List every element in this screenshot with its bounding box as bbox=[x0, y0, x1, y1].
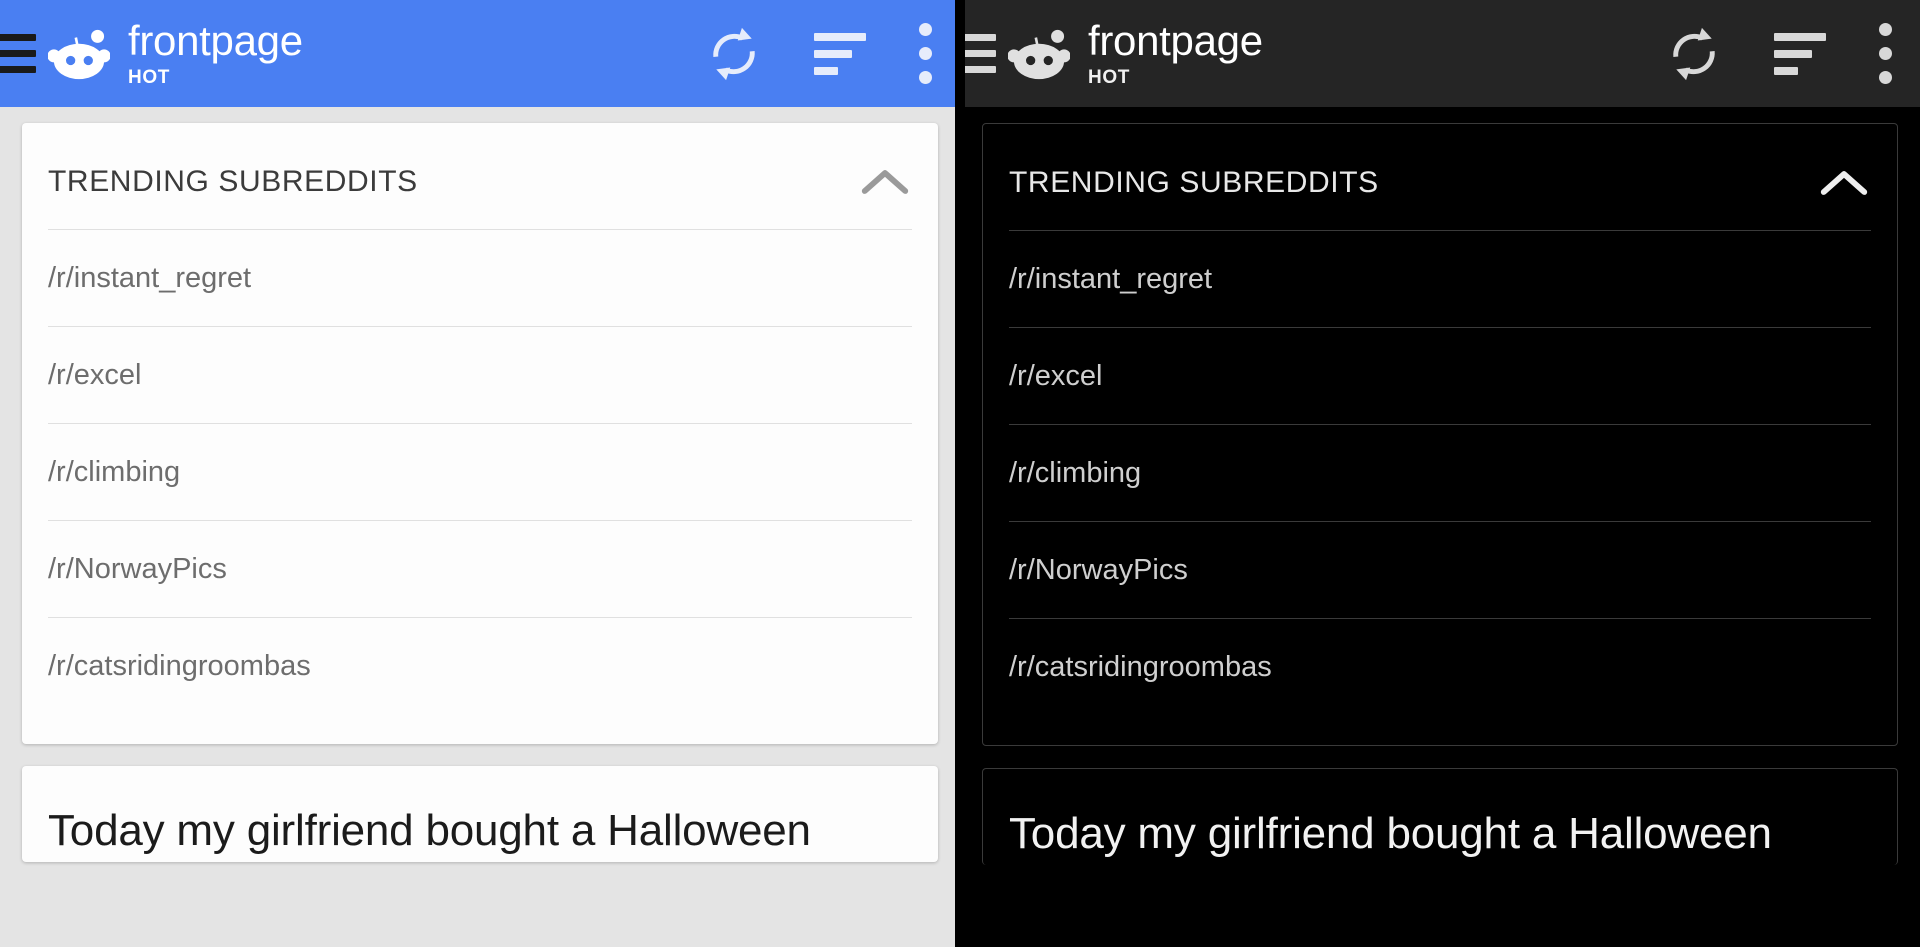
title-block-light: frontpage HOT bbox=[128, 18, 706, 89]
panel-divider bbox=[955, 0, 965, 947]
list-item[interactable]: /r/catsridingroombas bbox=[1009, 618, 1871, 715]
hamburger-icon[interactable] bbox=[960, 34, 998, 74]
app-bar-actions-dark bbox=[1666, 23, 1892, 84]
light-theme-panel: frontpage HOT TRENDING SUBREDDITS /r/ins… bbox=[0, 0, 960, 947]
more-vertical-icon bbox=[918, 23, 932, 84]
list-item[interactable]: /r/catsridingroombas bbox=[48, 617, 912, 714]
sort-button[interactable] bbox=[1774, 32, 1826, 75]
trending-header-dark[interactable]: TRENDING SUBREDDITS bbox=[983, 124, 1897, 230]
chevron-up-icon[interactable] bbox=[858, 165, 912, 199]
trending-subreddits-card-light: TRENDING SUBREDDITS /r/instant_regret /r… bbox=[22, 123, 938, 744]
page-title: frontpage bbox=[1088, 17, 1263, 64]
sort-icon bbox=[814, 32, 866, 75]
theme-comparison-stage: frontpage HOT TRENDING SUBREDDITS /r/ins… bbox=[0, 0, 1920, 947]
list-item[interactable]: /r/excel bbox=[48, 326, 912, 423]
trending-list-dark: /r/instant_regret /r/excel /r/climbing /… bbox=[983, 230, 1897, 745]
trending-heading: TRENDING SUBREDDITS bbox=[1009, 166, 1379, 199]
content-area-dark: TRENDING SUBREDDITS /r/instant_regret /r… bbox=[960, 107, 1920, 947]
post-card-light[interactable]: Today my girlfriend bought a Halloween bbox=[22, 766, 938, 862]
refresh-icon bbox=[713, 27, 755, 80]
trending-header-light[interactable]: TRENDING SUBREDDITS bbox=[22, 123, 938, 229]
post-title: Today my girlfriend bought a Halloween bbox=[1009, 809, 1772, 858]
trending-subreddits-card-dark: TRENDING SUBREDDITS /r/instant_regret /r… bbox=[982, 123, 1898, 746]
chevron-up-icon[interactable] bbox=[1817, 166, 1871, 200]
app-bar-actions-light bbox=[706, 23, 932, 84]
list-item[interactable]: /r/NorwayPics bbox=[1009, 521, 1871, 618]
list-item[interactable]: /r/instant_regret bbox=[1009, 230, 1871, 327]
list-item[interactable]: /r/instant_regret bbox=[48, 229, 912, 326]
title-block-dark: frontpage HOT bbox=[1088, 18, 1666, 89]
more-vertical-icon bbox=[1878, 23, 1892, 84]
reddit-snoo-icon bbox=[48, 29, 110, 79]
page-title: frontpage bbox=[128, 17, 303, 64]
list-item[interactable]: /r/climbing bbox=[48, 423, 912, 520]
app-bar-dark: frontpage HOT bbox=[960, 0, 1920, 107]
post-card-dark[interactable]: Today my girlfriend bought a Halloween bbox=[982, 768, 1898, 865]
content-area-light: TRENDING SUBREDDITS /r/instant_regret /r… bbox=[0, 107, 960, 947]
dark-theme-panel: frontpage HOT TRENDING SUBREDDITS /r/ins… bbox=[960, 0, 1920, 947]
sort-subtitle: HOT bbox=[128, 67, 170, 88]
sort-button[interactable] bbox=[814, 32, 866, 75]
app-bar-light: frontpage HOT bbox=[0, 0, 960, 107]
trending-list-light: /r/instant_regret /r/excel /r/climbing /… bbox=[22, 229, 938, 744]
refresh-button[interactable] bbox=[1666, 26, 1722, 82]
overflow-menu-button[interactable] bbox=[1878, 23, 1892, 84]
trending-heading: TRENDING SUBREDDITS bbox=[48, 165, 418, 198]
list-item[interactable]: /r/NorwayPics bbox=[48, 520, 912, 617]
reddit-snoo-icon bbox=[1008, 29, 1070, 79]
post-title: Today my girlfriend bought a Halloween bbox=[48, 806, 811, 855]
refresh-button[interactable] bbox=[706, 26, 762, 82]
list-item[interactable]: /r/climbing bbox=[1009, 424, 1871, 521]
refresh-icon bbox=[1673, 27, 1715, 80]
list-item[interactable]: /r/excel bbox=[1009, 327, 1871, 424]
hamburger-icon[interactable] bbox=[0, 34, 38, 74]
sort-icon bbox=[1774, 32, 1826, 75]
sort-subtitle: HOT bbox=[1088, 67, 1130, 88]
overflow-menu-button[interactable] bbox=[918, 23, 932, 84]
